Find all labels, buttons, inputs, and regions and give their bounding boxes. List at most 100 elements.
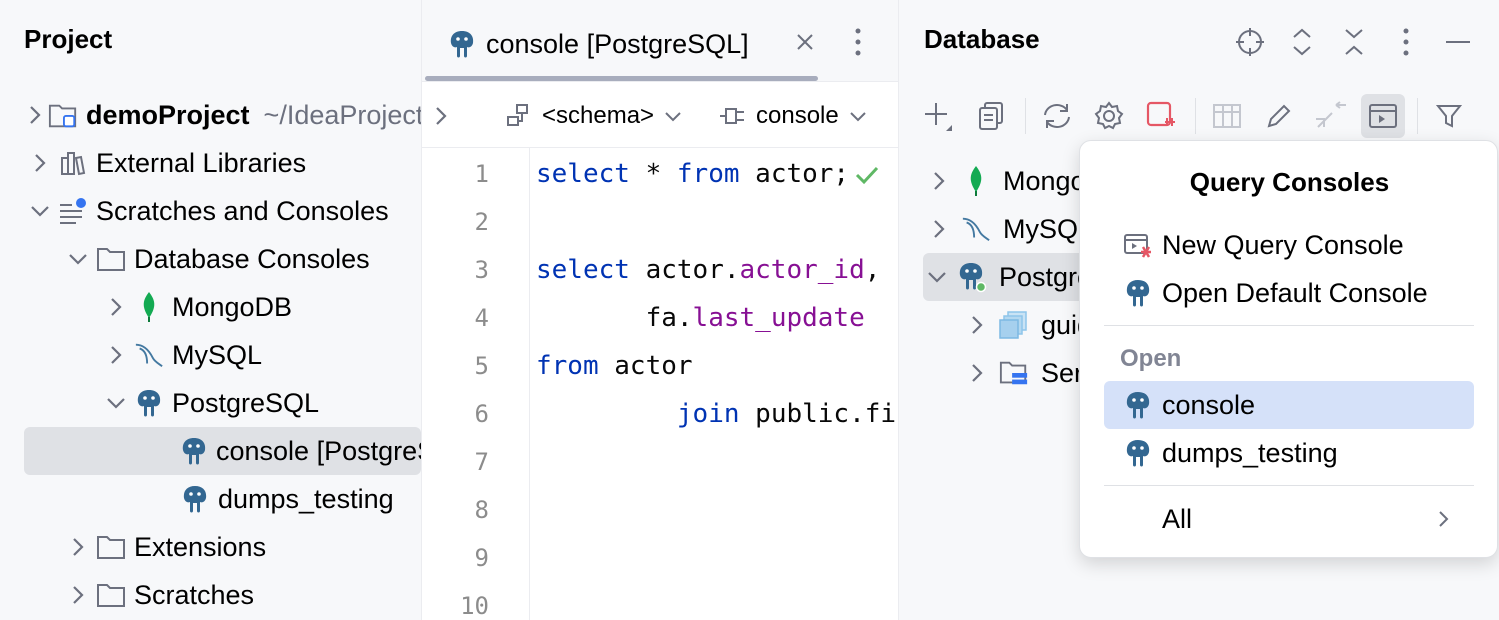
schema-selector[interactable]: <schema> [506, 100, 682, 132]
minimize-icon[interactable] [1440, 24, 1476, 60]
settings-icon[interactable] [1087, 94, 1131, 138]
database-icon [999, 310, 1029, 340]
add-icon[interactable] [917, 94, 961, 138]
database-pane-title: Database [924, 24, 1040, 54]
menu-item-label: dumps_testing [1162, 437, 1338, 468]
schema-icon [506, 103, 536, 129]
project-pane-title: Project [24, 24, 113, 54]
filter-icon[interactable] [1427, 94, 1471, 138]
tree-item-mongodb[interactable]: MongoDB [0, 283, 421, 331]
chevron-right-icon[interactable] [104, 343, 128, 367]
collapse-all-icon[interactable] [1336, 24, 1372, 60]
refresh-icon[interactable] [1035, 94, 1079, 138]
query-console-icon[interactable] [1361, 94, 1405, 138]
code-text: actor [598, 351, 693, 381]
new-console-icon [1122, 231, 1154, 259]
tree-item-scratches[interactable]: Scratches [0, 571, 421, 619]
chevron-right-icon[interactable] [66, 583, 90, 607]
line-number: 7 [474, 448, 489, 476]
tree-item-console-postgresql[interactable]: console [PostgreSQL] [24, 427, 421, 475]
disconnect-icon[interactable] [1139, 94, 1183, 138]
tree-item-label: console [PostgreSQL] [216, 435, 421, 466]
menu-item-new-query-console[interactable]: New Query Console [1104, 221, 1474, 269]
chevron-down-icon[interactable] [66, 247, 90, 271]
menu-separator [1104, 325, 1474, 326]
tree-item-extensions[interactable]: Extensions [0, 523, 421, 571]
tree-item-demoproject[interactable]: demoProject ~/IdeaProjects [0, 91, 421, 139]
chevron-down-icon[interactable] [104, 391, 128, 415]
menu-item-console[interactable]: console [1104, 381, 1474, 429]
jump-icon[interactable] [1309, 94, 1353, 138]
tree-item-external-libraries[interactable]: External Libraries [0, 139, 421, 187]
check-icon [855, 165, 879, 185]
tree-item-postgresql[interactable]: PostgreSQL [0, 379, 421, 427]
code-field: actor_id [739, 255, 865, 285]
scratches-icon [58, 196, 88, 226]
menu-section-label: Open [1120, 345, 1182, 372]
module-folder-icon [48, 100, 78, 130]
editor-tab-label: console [PostgreSQL] [486, 28, 749, 59]
tree-item-scratches-and-consoles[interactable]: Scratches and Consoles [0, 187, 421, 235]
chevron-right-icon[interactable] [965, 363, 989, 383]
folder-icon [96, 580, 126, 610]
editor-tab-scroll-indicator [425, 76, 818, 81]
table-view-icon[interactable] [1205, 94, 1249, 138]
chevron-right-icon[interactable] [104, 295, 128, 319]
chevron-right-icon [1438, 510, 1450, 528]
locate-icon[interactable] [1232, 24, 1268, 60]
project-tool-window: Project demoProject ~/IdeaProjects Exter… [0, 0, 421, 620]
chevron-right-icon[interactable] [28, 151, 52, 175]
tree-item-label: External Libraries [96, 147, 307, 178]
chevron-right-icon[interactable] [927, 171, 951, 191]
line-number: 6 [474, 400, 489, 428]
more-vertical-icon[interactable] [1388, 24, 1424, 60]
code-editor[interactable]: select * from actor; select actor.actor_… [536, 148, 898, 620]
chevron-right-icon[interactable] [434, 100, 448, 132]
mysql-icon [961, 214, 991, 244]
menu-item-all[interactable]: All [1104, 495, 1474, 543]
postgresql-icon [1122, 390, 1154, 420]
chevron-down-icon [664, 110, 682, 122]
server-folder-icon [999, 359, 1029, 387]
code-text: public.film_actor fa [755, 399, 898, 429]
tree-item-mysql[interactable]: MySQL [0, 331, 421, 379]
tree-item-dumps-testing[interactable]: dumps_testing [0, 475, 421, 523]
chevron-right-icon[interactable] [927, 219, 951, 239]
tree-item-label: demoProject [86, 99, 250, 130]
toolbar-separator [1417, 98, 1418, 134]
console-session-selector[interactable]: console [718, 100, 867, 132]
code-text: * [629, 159, 677, 189]
code-line: from actor [536, 342, 693, 390]
chevron-right-icon[interactable] [965, 315, 989, 335]
editor-tab-console[interactable]: console [PostgreSQL] [448, 24, 749, 64]
more-vertical-icon[interactable] [848, 26, 868, 58]
tree-item-database-consoles[interactable]: Database Consoles [0, 235, 421, 283]
line-number: 8 [474, 496, 489, 524]
postgresql-icon [448, 29, 476, 59]
tree-item-label: PostgreSQL [172, 387, 320, 418]
folder-icon [96, 244, 126, 274]
menu-item-open-default-console[interactable]: Open Default Console [1104, 269, 1474, 317]
code-text: fa. [536, 303, 693, 333]
line-number: 9 [474, 544, 489, 572]
line-number: 2 [474, 208, 489, 236]
tree-item-label: dumps_testing [218, 483, 394, 514]
close-icon[interactable] [794, 31, 816, 53]
code-line: join public.film_actor fa [536, 390, 898, 438]
chevron-down-icon[interactable] [28, 199, 52, 223]
menu-item-dumps-testing[interactable]: dumps_testing [1104, 429, 1474, 477]
tree-item-label: Scratches and Consoles [96, 195, 389, 226]
menu-item-label: Open Default Console [1162, 277, 1428, 308]
postgresql-icon [957, 261, 987, 293]
code-keyword: join [676, 399, 740, 429]
expand-all-icon[interactable] [1284, 24, 1320, 60]
chevron-down-icon [849, 110, 867, 122]
line-number: 5 [474, 352, 489, 380]
duplicate-icon[interactable] [969, 94, 1013, 138]
chevron-right-icon[interactable] [28, 103, 42, 127]
mongodb-icon [961, 165, 991, 197]
edit-icon[interactable] [1257, 94, 1301, 138]
chevron-down-icon[interactable] [927, 270, 947, 284]
chevron-right-icon[interactable] [66, 535, 90, 559]
